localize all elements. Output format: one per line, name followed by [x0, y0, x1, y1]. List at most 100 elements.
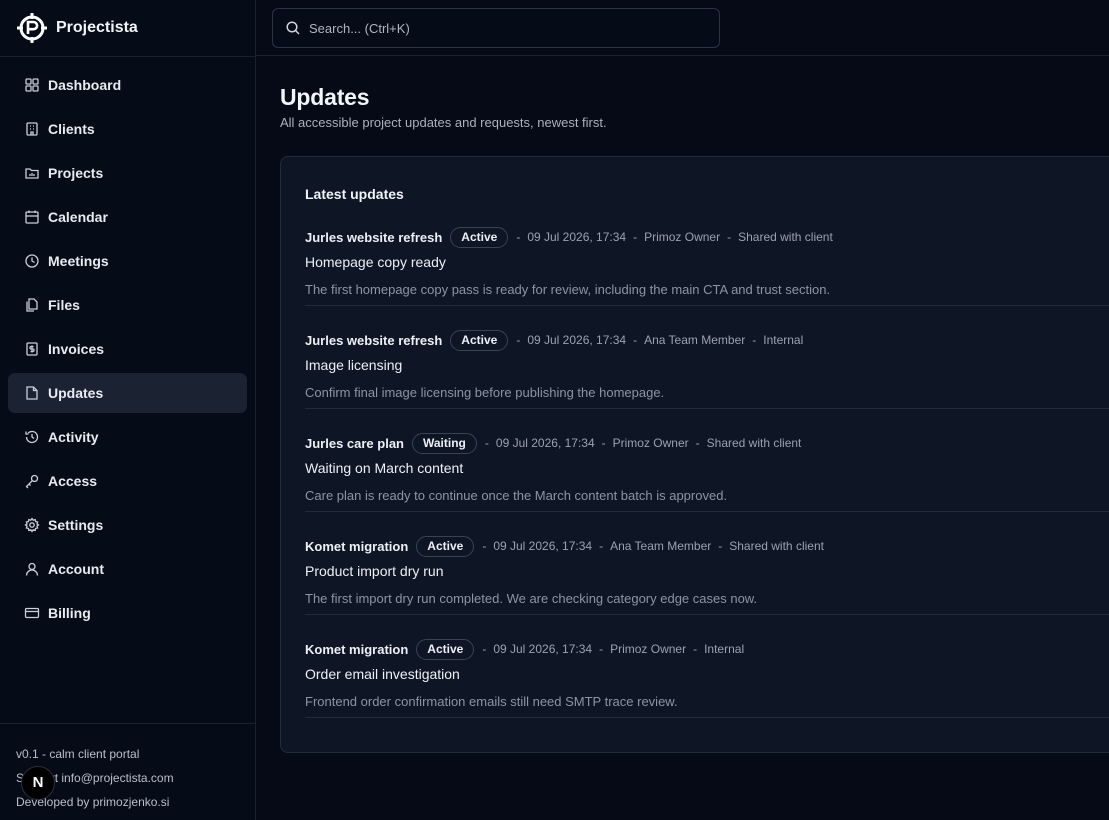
sidebar-item-label: Settings — [48, 517, 104, 533]
page-title: Updates — [280, 84, 370, 110]
sidebar-item-settings[interactable]: Settings — [8, 505, 247, 545]
meta-separator: - — [752, 333, 757, 347]
meta-separator: - — [727, 230, 732, 244]
update-date: 09 Jul 2026, 17:34 — [495, 436, 595, 450]
developer-credit[interactable]: Developed by primozjenko.si — [16, 790, 255, 814]
update-item[interactable]: Komet migration Active - 09 Jul 2026, 17… — [305, 512, 1109, 615]
version-text: v0.1 - calm client portal — [16, 747, 140, 761]
sidebar-item-label: Files — [48, 297, 80, 313]
files-icon — [24, 297, 40, 313]
meta-separator: - — [633, 230, 638, 244]
update-date: 09 Jul 2026, 17:34 — [527, 230, 627, 244]
sidebar-item-label: Calendar — [48, 209, 108, 225]
update-author: Ana Team Member — [644, 333, 746, 347]
sidebar-item-billing[interactable]: Billing — [8, 593, 247, 633]
update-date: 09 Jul 2026, 17:34 — [527, 333, 627, 347]
update-author: Ana Team Member — [610, 539, 712, 553]
search-input[interactable]: Search... (Ctrl+K) — [272, 8, 720, 48]
topbar: Search... (Ctrl+K) — [256, 0, 1109, 56]
sidebar-item-account[interactable]: Account — [8, 549, 247, 589]
update-date: 09 Jul 2026, 17:34 — [493, 539, 593, 553]
update-body: Frontend order confirmation emails still… — [305, 694, 678, 709]
update-title: Homepage copy ready — [305, 254, 446, 270]
sidebar-item-invoices[interactable]: Invoices — [8, 329, 247, 369]
meta-separator: - — [516, 333, 521, 347]
sidebar-item-label: Billing — [48, 605, 91, 621]
history-icon — [24, 429, 40, 445]
meta-separator: - — [482, 539, 487, 553]
project-name[interactable]: Jurles website refresh — [305, 333, 442, 348]
update-title: Order email investigation — [305, 666, 460, 682]
sidebar-item-updates[interactable]: Updates — [8, 373, 247, 413]
sidebar-item-label: Activity — [48, 429, 99, 445]
project-name[interactable]: Jurles website refresh — [305, 230, 442, 245]
meta-separator: - — [718, 539, 723, 553]
invoice-icon — [24, 341, 40, 357]
update-item[interactable]: Jurles care plan Waiting - 09 Jul 2026, … — [305, 409, 1109, 512]
calendar-icon — [24, 209, 40, 225]
update-body: The first import dry run completed. We a… — [305, 591, 758, 606]
sidebar-item-label: Invoices — [48, 341, 105, 357]
meta-separator: - — [695, 436, 700, 450]
status-badge: Active — [450, 329, 509, 351]
meta-separator: - — [516, 230, 521, 244]
sidebar: Projectista Dashboard Clients Projects C… — [0, 0, 256, 820]
project-name[interactable]: Komet migration — [305, 539, 408, 554]
meta-separator: - — [601, 436, 606, 450]
update-author: Primoz Owner — [644, 230, 721, 244]
projectista-logo-icon — [16, 12, 48, 44]
sidebar-item-meetings[interactable]: Meetings — [8, 241, 247, 281]
sidebar-item-clients[interactable]: Clients — [8, 109, 247, 149]
grid-icon — [24, 77, 40, 93]
update-body: Care plan is ready to continue once the … — [305, 488, 728, 503]
status-badge: Waiting — [412, 432, 477, 454]
status-badge: Active — [450, 226, 509, 248]
meta-separator: - — [599, 642, 604, 656]
status-badge: Active — [416, 638, 475, 660]
update-item[interactable]: Jurles website refresh Active - 09 Jul 2… — [305, 306, 1109, 409]
sidebar-nav: Dashboard Clients Projects Calendar Meet… — [0, 57, 255, 633]
meta-separator: - — [482, 642, 487, 656]
update-meta: Komet migration Active - 09 Jul 2026, 17… — [305, 535, 1109, 557]
project-name[interactable]: Jurles care plan — [305, 436, 404, 451]
sidebar-item-activity[interactable]: Activity — [8, 417, 247, 457]
sidebar-item-access[interactable]: Access — [8, 461, 247, 501]
meta-separator: - — [693, 642, 698, 656]
next-dev-badge-icon[interactable]: N — [21, 766, 55, 800]
sidebar-item-label: Clients — [48, 121, 95, 137]
brand[interactable]: Projectista — [0, 0, 255, 57]
update-visibility: Internal — [763, 333, 804, 347]
project-name[interactable]: Komet migration — [305, 642, 408, 657]
sidebar-item-dashboard[interactable]: Dashboard — [8, 65, 247, 105]
update-meta: Jurles care plan Waiting - 09 Jul 2026, … — [305, 432, 1109, 454]
update-item[interactable]: Komet migration Active - 09 Jul 2026, 17… — [305, 615, 1109, 718]
update-author: Primoz Owner — [612, 436, 689, 450]
page-subtitle: All accessible project updates and reque… — [280, 115, 607, 130]
key-icon — [24, 473, 40, 489]
user-icon — [24, 561, 40, 577]
meta-separator: - — [599, 539, 604, 553]
update-item[interactable]: Jurles website refresh Active - 09 Jul 2… — [305, 203, 1109, 306]
building-icon — [24, 121, 40, 137]
clock-icon — [24, 253, 40, 269]
credit-card-icon — [24, 605, 40, 621]
update-title: Waiting on March content — [305, 460, 464, 476]
status-badge: Active — [416, 535, 475, 557]
sidebar-item-calendar[interactable]: Calendar — [8, 197, 247, 237]
update-visibility: Shared with client — [738, 230, 833, 244]
sidebar-item-projects[interactable]: Projects — [8, 153, 247, 193]
update-visibility: Shared with client — [729, 539, 824, 553]
sidebar-item-label: Meetings — [48, 253, 109, 269]
update-title: Product import dry run — [305, 563, 444, 579]
sidebar-item-label: Account — [48, 561, 104, 577]
folder-icon — [24, 165, 40, 181]
meta-separator: - — [484, 436, 489, 450]
sidebar-item-files[interactable]: Files — [8, 285, 247, 325]
update-date: 09 Jul 2026, 17:34 — [493, 642, 593, 656]
update-body: The first homepage copy pass is ready fo… — [305, 282, 831, 297]
main-content: Updates All accessible project updates a… — [280, 56, 1109, 753]
update-meta: Jurles website refresh Active - 09 Jul 2… — [305, 226, 1109, 248]
meta-separator: - — [633, 333, 638, 347]
brand-name: Projectista — [56, 19, 138, 36]
update-visibility: Internal — [704, 642, 745, 656]
